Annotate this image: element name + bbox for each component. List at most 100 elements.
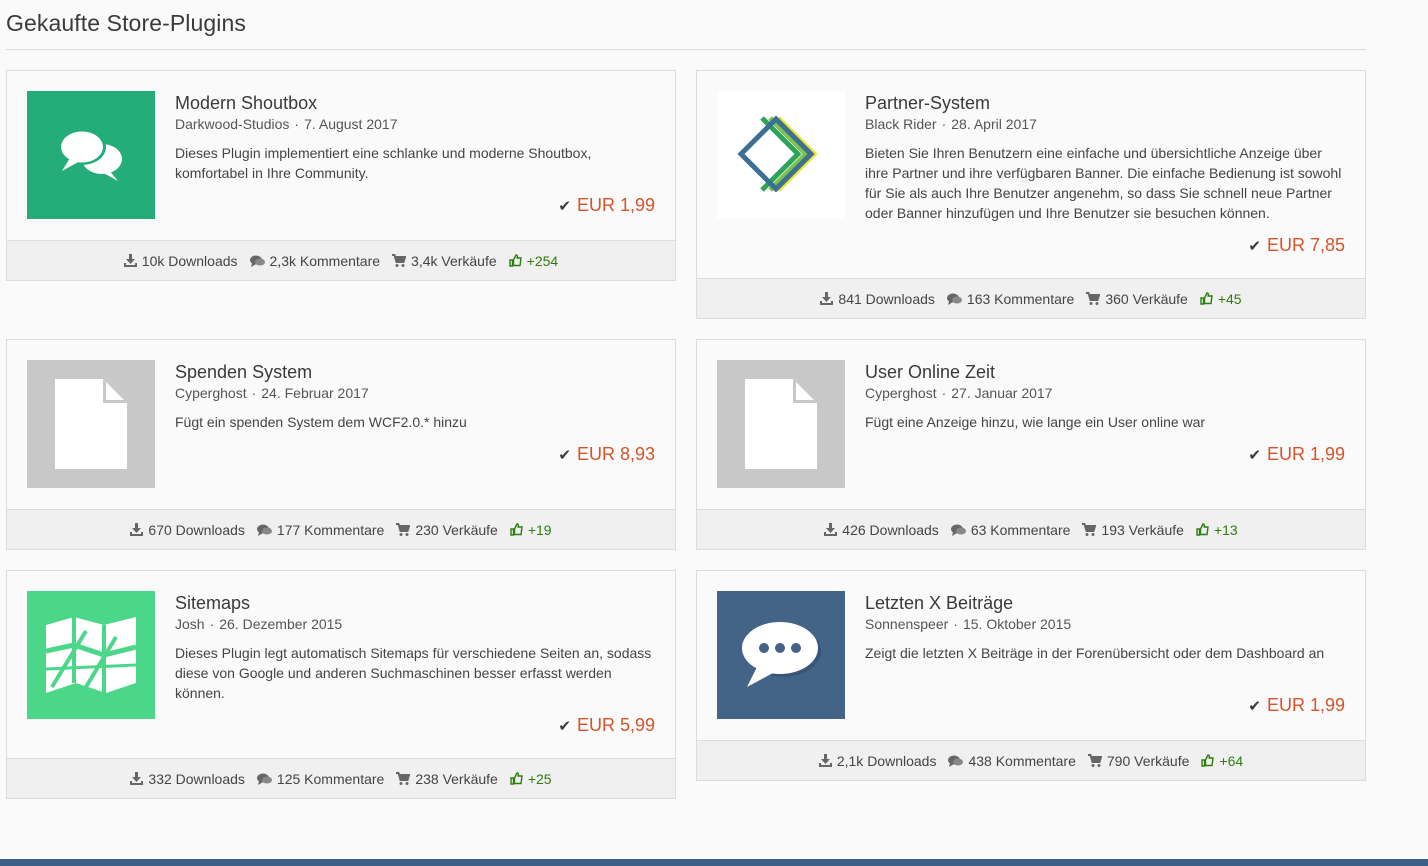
plugin-title[interactable]: Letzten X Beiträge [865,592,1345,614]
comments-stat: 125 Kommentare [256,771,384,787]
plugin-price: ✔ EUR 8,93 [558,444,655,465]
sales-stat: 238 Verkäufe [396,771,498,787]
cart-icon [1086,292,1101,305]
download-icon [130,523,144,536]
thumbs-up-icon [510,523,523,536]
chat-bubble-dots-icon[interactable] [717,591,845,719]
likes-stat[interactable]: +25 [510,771,552,787]
diamond-chevrons-icon[interactable] [717,91,845,219]
footer-bar [0,859,1428,866]
likes-stat[interactable]: +19 [510,522,552,538]
plugin-stats: 670 Downloads 177 Kommentare 230 Verkäuf… [7,509,675,549]
plugin-title[interactable]: User Online Zeit [865,361,1345,383]
plugin-card[interactable]: Sitemaps Josh · 26. Dezember 2015 Dieses P… [6,570,676,799]
plugin-price: ✔ EUR 7,85 [1248,235,1345,256]
map-icon[interactable] [27,591,155,719]
plugin-author[interactable]: Darkwood-Studios [175,116,289,132]
plugin-stats: 332 Downloads 125 Kommentare 238 Verkäuf… [7,758,675,798]
plugin-description: Zeigt die letzten X Beiträge in der Fore… [865,645,1325,661]
plugin-author[interactable]: Cyperghost [865,385,937,401]
plugin-date: 7. August 2017 [304,116,398,132]
download-icon [123,254,137,267]
download-icon [820,292,834,305]
sales-stat: 3,4k Verkäufe [392,253,497,269]
likes-stat[interactable]: +13 [1196,522,1238,538]
downloads-stat: 841 Downloads [820,291,935,307]
plugin-date: 24. Februar 2017 [261,385,369,401]
plugin-price: ✔ EUR 5,99 [558,715,655,736]
download-icon [130,772,144,785]
plugin-title[interactable]: Partner-System [865,92,1345,114]
file-icon[interactable] [717,360,845,488]
plugin-card[interactable]: Spenden System Cyperghost · 24. Februar 20… [6,339,676,550]
price-value: EUR 8,93 [576,444,655,464]
plugin-description: Bieten Sie Ihren Benutzern eine einfache… [865,145,1342,221]
sales-stat: 230 Verkäufe [396,522,498,538]
downloads-stat: 670 Downloads [130,522,245,538]
plugin-price: ✔ EUR 1,99 [558,195,655,216]
plugin-title[interactable]: Modern Shoutbox [175,92,655,114]
plugin-description: Fügt ein spenden System dem WCF2.0.* hin… [175,414,467,430]
plugin-date: 28. April 2017 [951,116,1037,132]
thumbs-up-icon [510,772,523,785]
comments-icon [256,773,272,785]
plugin-author[interactable]: Cyperghost [175,385,247,401]
price-value: EUR 7,85 [1266,235,1345,255]
plugin-meta: Black Rider · 28. April 2017 [865,116,1037,132]
likes-stat[interactable]: +45 [1200,291,1242,307]
downloads-stat: 426 Downloads [824,522,939,538]
cart-icon [1087,754,1102,767]
download-icon [824,523,838,536]
plugin-stats: 2,1k Downloads 438 Kommentare 790 Verkäu… [697,740,1365,780]
cart-icon [392,254,407,267]
page: Gekaufte Store-Plugins Modern Shoutbox D… [0,0,1428,866]
likes-stat[interactable]: +64 [1201,753,1243,769]
plugin-card[interactable]: Partner-System Black Rider · 28. April 201… [696,70,1366,319]
file-icon[interactable] [27,360,155,488]
cart-icon [396,523,411,536]
speech-bubbles-icon[interactable] [27,91,155,219]
plugin-meta: Josh · 26. Dezember 2015 [175,616,343,632]
page-title: Gekaufte Store-Plugins [6,10,246,36]
plugin-meta: Cyperghost · 27. Januar 2017 [865,385,1053,401]
plugin-meta: Cyperghost · 24. Februar 2017 [175,385,369,401]
price-value: EUR 5,99 [576,715,655,735]
plugin-description: Dieses Plugin legt automatisch Sitemaps … [175,645,652,701]
plugin-title[interactable]: Sitemaps [175,592,655,614]
check-icon: ✔ [1248,237,1261,255]
price-value: EUR 1,99 [1266,695,1345,715]
plugin-date: 27. Januar 2017 [951,385,1053,401]
plugin-card[interactable]: Modern Shoutbox Darkwood-Studios · 7. Augu… [6,70,676,281]
comments-icon [249,255,265,267]
comments-stat: 163 Kommentare [946,291,1074,307]
downloads-stat: 10k Downloads [123,253,238,269]
plugin-description: Dieses Plugin implementiert eine schlank… [175,145,592,181]
plugin-stats: 841 Downloads 163 Kommentare 360 Verkäuf… [697,278,1365,318]
check-icon: ✔ [1248,697,1261,715]
sales-stat: 790 Verkäufe [1087,753,1189,769]
check-icon: ✔ [1248,446,1261,464]
thumbs-up-icon [1200,292,1213,305]
plugin-title[interactable]: Spenden System [175,361,655,383]
thumbs-up-icon [1196,523,1209,536]
price-value: EUR 1,99 [576,195,655,215]
comments-stat: 438 Kommentare [948,753,1076,769]
comments-stat: 177 Kommentare [256,522,384,538]
comments-icon [256,524,272,536]
cart-icon [396,772,411,785]
cart-icon [1082,523,1097,536]
plugin-card[interactable]: Letzten X Beiträge Sonnenspeer · 15. Oktob… [696,570,1366,781]
likes-stat[interactable]: +254 [508,253,558,269]
comments-icon [946,293,962,305]
plugin-stats: 10k Downloads 2,3k Kommentare 3,4k Verkä… [7,240,675,280]
price-value: EUR 1,99 [1266,444,1345,464]
thumbs-up-icon [1201,754,1215,767]
plugin-meta: Darkwood-Studios · 7. August 2017 [175,116,398,132]
plugin-date: 15. Oktober 2015 [962,616,1072,632]
plugin-card[interactable]: User Online Zeit Cyperghost · 27. Januar 2… [696,339,1366,550]
plugin-author[interactable]: Black Rider [865,116,937,132]
plugin-author[interactable]: Josh [175,616,205,632]
plugin-author[interactable]: Sonnenspeer [865,616,948,632]
comments-stat: 2,3k Kommentare [249,253,380,269]
plugin-meta: Sonnenspeer · 15. Oktober 2015 [865,616,1072,632]
